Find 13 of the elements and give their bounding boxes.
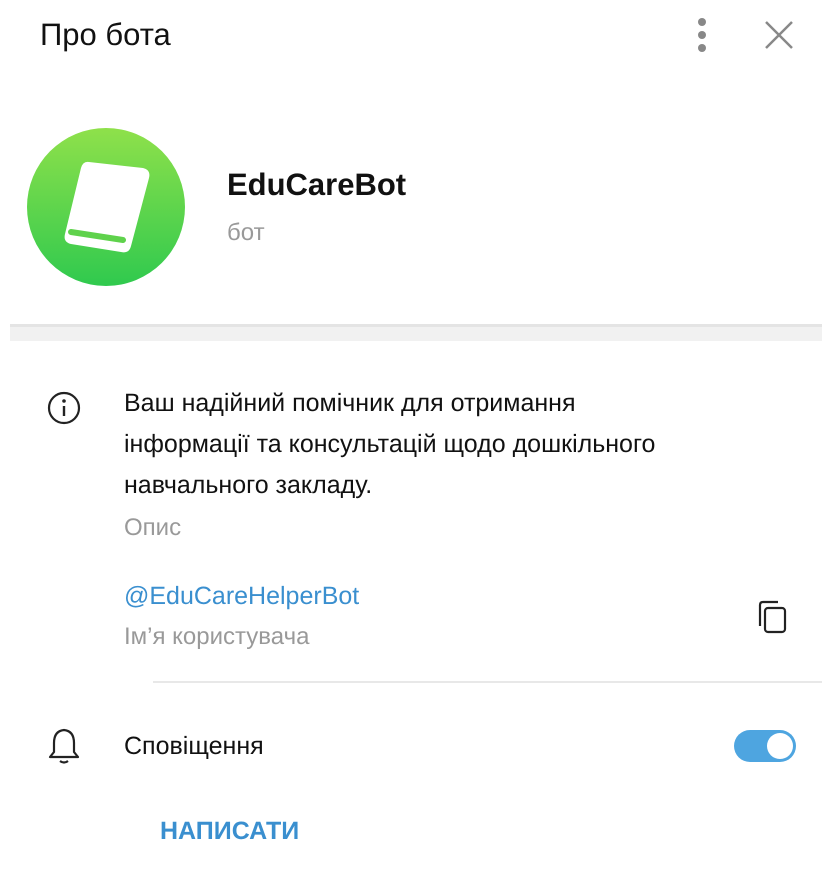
username-link[interactable]: @EduCareHelperBot (124, 582, 360, 610)
bell-icon (47, 727, 81, 765)
description-label: Опис (124, 514, 182, 542)
bot-description: Ваш надійний помічник для отримання інформації та консультацій щодо дошкільного навчального закладу. (124, 388, 656, 501)
bot-name: EduCareBot (227, 167, 406, 203)
notifications-label: Сповіщення (124, 732, 264, 760)
notifications-toggle[interactable] (734, 730, 796, 762)
write-button[interactable]: НАПИСАТИ (160, 817, 300, 846)
panel-title: Про бота (40, 17, 172, 53)
book-avatar-icon (27, 128, 185, 286)
info-icon (47, 391, 81, 425)
bot-subtitle: бот (227, 219, 266, 247)
username-label: Ім’я користувача (124, 623, 310, 651)
